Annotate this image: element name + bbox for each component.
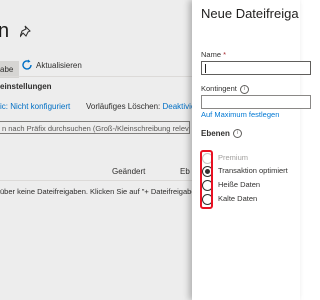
required-mark: *: [223, 50, 227, 59]
set-to-maximum-link[interactable]: Auf Maximum festlegen: [201, 110, 279, 119]
tiers-label-text: Ebenen: [201, 129, 230, 138]
name-label: Name *: [201, 50, 226, 59]
tier-option-label: Transaktion optimiert: [218, 166, 288, 175]
quota-label-text: Kontingent: [201, 84, 237, 93]
text-caret: [205, 64, 206, 73]
tier-option-label: Heiße Daten: [218, 180, 261, 189]
quota-label: Kontingent i: [201, 84, 249, 94]
quota-input[interactable]: [201, 95, 311, 109]
overlay-dim: [0, 0, 192, 300]
name-input[interactable]: [201, 61, 311, 75]
tiers-label: Ebenen i: [201, 129, 242, 139]
info-icon[interactable]: i: [232, 129, 242, 139]
info-icon[interactable]: i: [239, 84, 249, 94]
highlight-box: [200, 150, 213, 209]
new-fileshare-panel: Neue Dateifreiga Name * Kontingent i Auf …: [192, 0, 311, 300]
tier-option-label: Premium: [218, 153, 249, 162]
panel-title: Neue Dateifreiga: [201, 6, 299, 21]
tier-option-label: Kalte Daten: [218, 194, 258, 203]
name-label-text: Name: [201, 50, 222, 59]
